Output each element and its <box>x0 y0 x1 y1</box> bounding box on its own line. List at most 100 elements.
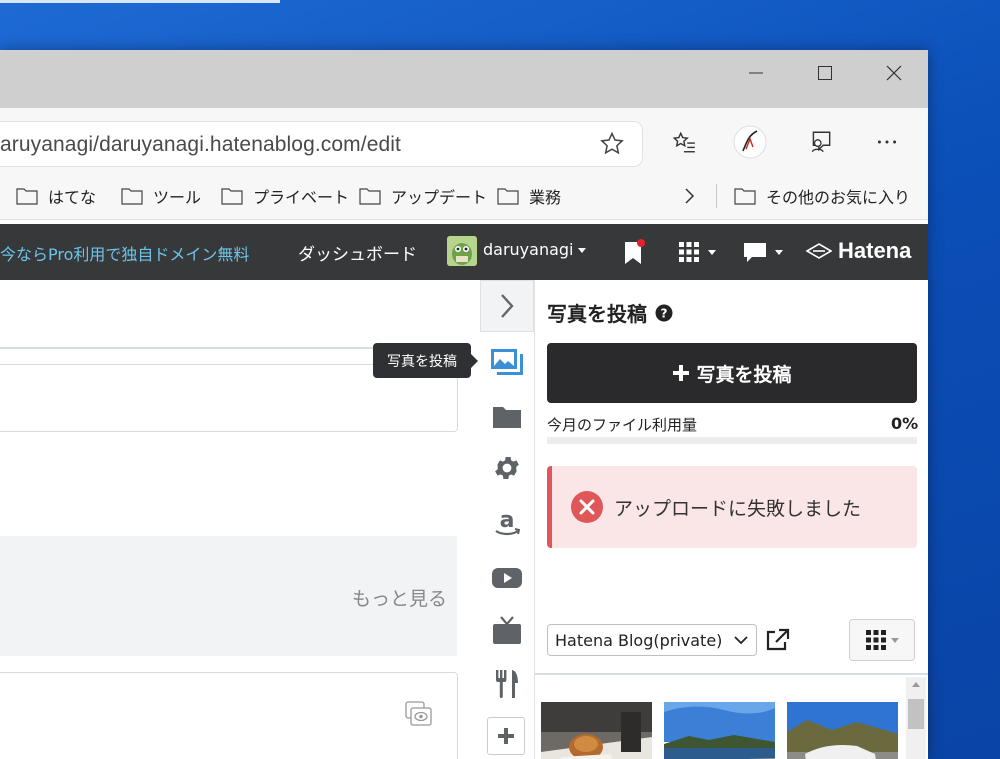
tooltip: 写真を投稿 <box>373 343 478 378</box>
apps-menu-button[interactable] <box>678 238 716 266</box>
bookmark-label: プライベート <box>253 188 350 207</box>
folder-icon <box>359 188 381 205</box>
plus-icon <box>498 728 514 744</box>
album-select-value: Hatena Blog(private) <box>555 630 723 650</box>
collapse-sidebar-button[interactable] <box>480 280 534 332</box>
post-photo-label: 写真を投稿 <box>696 363 792 386</box>
desktop-strip <box>0 0 280 3</box>
dashboard-link[interactable]: ダッシュボード <box>298 240 417 265</box>
folder-icon <box>497 188 519 205</box>
album-select[interactable]: Hatena Blog(private) <box>547 624 757 656</box>
bookmarks-bar: はてな ツール プライベート アップデート 業務 その他のお気に入り <box>0 173 928 220</box>
grid-icon <box>679 242 699 262</box>
feedback-icon[interactable] <box>803 124 839 160</box>
folder-icon <box>16 188 38 205</box>
youtube-tab[interactable] <box>487 558 527 598</box>
maximize-button[interactable] <box>802 58 848 88</box>
bookmark-folder[interactable]: アップデート <box>359 173 487 219</box>
address-text[interactable]: aruyanagi/daruyanagi.hatenablog.com/edit <box>0 133 401 157</box>
folder-icon <box>221 188 243 205</box>
open-external-icon[interactable] <box>765 628 791 656</box>
folder-tab[interactable] <box>487 397 527 437</box>
tv-tab[interactable] <box>487 610 527 650</box>
gallery-scrollbar[interactable] <box>906 677 926 759</box>
upload-error-alert: アップロードに失敗しました <box>547 466 917 548</box>
scroll-up-icon[interactable] <box>906 678 926 692</box>
panel-title: 写真を投稿 <box>547 302 647 326</box>
profile-avatar[interactable] <box>732 124 768 160</box>
settings-tab[interactable] <box>487 448 527 488</box>
grid-icon <box>866 630 886 650</box>
caret-down-icon <box>577 248 586 253</box>
help-icon[interactable]: ? <box>655 304 673 322</box>
chevron-right-icon <box>685 188 695 204</box>
tv-icon <box>493 616 521 644</box>
bookmark-label: ツール <box>153 188 202 207</box>
photo-thumbnail[interactable] <box>787 702 898 759</box>
favorites-icon[interactable] <box>666 124 702 160</box>
bookmarks-overflow-button[interactable] <box>683 173 697 219</box>
photo-thumbnail[interactable] <box>664 702 775 759</box>
error-message: アップロードに失敗しました <box>614 497 862 520</box>
restaurant-tab[interactable] <box>487 664 527 704</box>
close-icon <box>886 65 902 81</box>
maximize-icon <box>818 66 832 80</box>
photo-upload-tab[interactable] <box>487 342 527 382</box>
title-bar <box>0 50 928 108</box>
add-tab-button[interactable] <box>487 717 525 755</box>
folder-icon <box>121 188 143 205</box>
bookmark-folder[interactable]: 業務 <box>497 173 561 219</box>
related-section: もっと見る <box>0 536 457 656</box>
bookmark-label: はてな <box>48 188 97 207</box>
post-photo-button[interactable]: 写真を投稿 <box>547 343 917 403</box>
speech-bubble-icon <box>744 243 766 262</box>
error-icon <box>571 491 603 523</box>
sidebar-rail: a <box>480 280 535 759</box>
photo-icon <box>491 349 523 375</box>
bookmark-label: 業務 <box>529 188 562 207</box>
hatena-global-header: 今ならPro利用で独自ドメイン無料 ダッシュボード daruyanagi Hat… <box>0 224 928 280</box>
username: daruyanagi <box>483 240 574 259</box>
hatena-logo-text: Hatena <box>838 238 912 263</box>
svg-text:a: a <box>500 508 515 533</box>
user-avatar[interactable] <box>447 236 477 266</box>
youtube-icon <box>492 568 522 588</box>
pro-promo-link[interactable]: 今ならPro利用で独自ドメイン無料 <box>0 241 249 265</box>
bookmark-folder[interactable]: はてな <box>16 173 96 219</box>
bookmarks-divider <box>716 184 717 208</box>
bookmark-notification-icon <box>625 239 645 264</box>
view-toggle-button[interactable] <box>849 619 915 661</box>
plus-icon <box>673 365 690 381</box>
amazon-icon: a <box>495 508 521 536</box>
photo-thumbnail[interactable] <box>541 702 652 759</box>
scrollbar-thumb[interactable] <box>908 699 924 729</box>
usage-label: 今月のファイル利用量 <box>547 416 698 434</box>
other-favorites-label: その他のお気に入り <box>766 188 911 207</box>
notification-dot <box>637 239 645 247</box>
minimize-button[interactable] <box>733 58 779 88</box>
more-link[interactable]: もっと見る <box>352 584 447 611</box>
folder-icon <box>493 407 521 428</box>
bookmark-folder[interactable]: ツール <box>121 173 201 219</box>
gear-icon <box>495 457 519 479</box>
fork-knife-icon <box>496 670 518 698</box>
bookmark-folder[interactable]: プライベート <box>221 173 349 219</box>
photo-panel: 写真を投稿 ? 写真を投稿 今月のファイル利用量 0% アップロードに失敗しまし… <box>535 280 928 759</box>
chevron-down-icon <box>734 636 748 645</box>
editor-preview-box <box>0 672 458 759</box>
address-bar[interactable]: aruyanagi/daruyanagi.hatenablog.com/edit <box>0 122 642 166</box>
more-menu-icon[interactable] <box>869 124 905 160</box>
browser-window: aruyanagi/daruyanagi.hatenablog.com/edit… <box>0 50 928 759</box>
hatena-logo[interactable]: Hatena <box>806 238 911 264</box>
amazon-tab[interactable]: a <box>487 502 527 542</box>
user-menu[interactable]: daruyanagi <box>483 240 586 259</box>
notifications-button[interactable] <box>622 238 646 266</box>
messages-button[interactable] <box>743 238 783 266</box>
gallery-divider <box>535 673 928 675</box>
close-button[interactable] <box>871 58 917 88</box>
svg-text:?: ? <box>661 306 668 320</box>
minimize-icon <box>749 72 763 74</box>
preview-icon[interactable] <box>405 701 433 731</box>
add-favorite-star-icon[interactable] <box>598 130 626 162</box>
other-favorites[interactable]: その他のお気に入り <box>734 173 910 219</box>
